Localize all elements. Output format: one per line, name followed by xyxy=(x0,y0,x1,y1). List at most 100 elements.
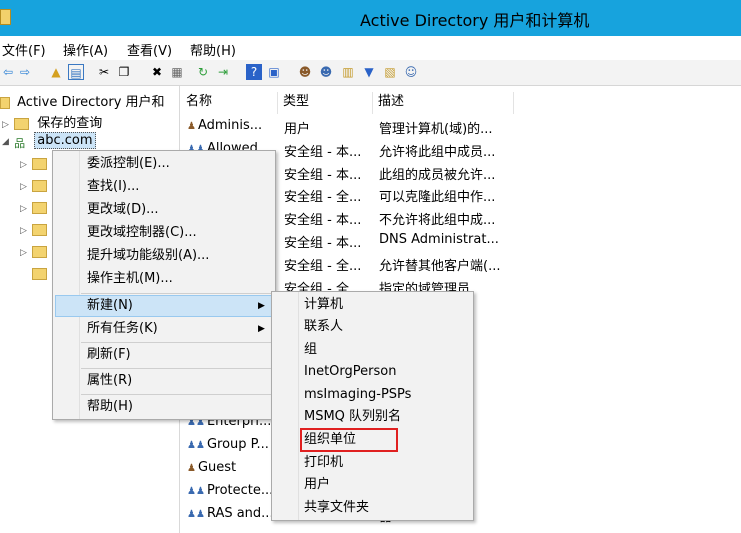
column-header-name[interactable]: 名称 xyxy=(181,92,278,114)
tree-item-folder-2[interactable]: ▷ xyxy=(20,178,48,198)
column-header-type[interactable]: 类型 xyxy=(278,92,373,114)
menu-item-all-tasks[interactable]: 所有任务(K) xyxy=(87,318,158,340)
show-tree-icon[interactable]: ▤ xyxy=(68,64,84,80)
row-type: 安全组 - 本... xyxy=(284,144,362,160)
submenu-item-ou[interactable]: 组织单位 xyxy=(304,429,356,451)
tree-item-folder-6[interactable] xyxy=(20,266,48,286)
cut-icon[interactable]: ✂ xyxy=(96,64,112,80)
export-icon[interactable]: ⇥ xyxy=(215,64,231,80)
submenu-item-inetorgperson[interactable]: InetOrgPerson xyxy=(304,361,396,383)
console-icon[interactable]: ▣ xyxy=(266,64,282,80)
group-icon: ♟♟ xyxy=(187,440,205,452)
submenu-item-user[interactable]: 用户 xyxy=(304,474,330,496)
collapse-arrow-icon[interactable]: ◢ xyxy=(2,137,10,147)
row-type: 安全组 - 本... xyxy=(284,213,362,229)
column-header-description[interactable]: 描述 xyxy=(373,92,514,114)
find-icon[interactable]: ▧ xyxy=(382,64,398,80)
submenu-item-shared-folder[interactable]: 共享文件夹 xyxy=(304,497,369,519)
group-icon: ♟♟ xyxy=(187,508,205,520)
row-name: Protecte... xyxy=(206,482,274,498)
row-description: 允许将此组中成员... xyxy=(379,144,496,160)
title-bar: Active Directory 用户和计算机 xyxy=(0,0,741,36)
row-type: 安全组 - 全... xyxy=(284,258,362,274)
menu-item-help[interactable]: 帮助(H) xyxy=(87,396,133,418)
toolbar: ⇦ ⇨ ▲ ▤ ✂ ❐ ✖ ▦ ↻ ⇥ ? ▣ ☻ ☻ ▥ ▼ ▧ ☺ xyxy=(0,60,741,86)
tree-item-label: abc.com xyxy=(34,132,96,149)
submenu-item-printer[interactable]: 打印机 xyxy=(304,452,343,474)
expand-arrow-icon[interactable]: ▷ xyxy=(20,226,28,236)
menu-item-refresh[interactable]: 刷新(F) xyxy=(87,344,131,366)
menu-view[interactable]: 查看(V) xyxy=(127,40,172,59)
tree-item-folder-5[interactable]: ▷ xyxy=(20,244,48,264)
submenu-item-msmq[interactable]: MSMQ 队列别名 xyxy=(304,406,401,428)
row-description: 可以克隆此组中作... xyxy=(379,190,496,206)
ad-console-icon xyxy=(0,96,10,109)
row-type: 安全组 - 本... xyxy=(284,167,362,183)
submenu-item-msimaging[interactable]: msImaging-PSPs xyxy=(304,384,411,406)
new-group-icon[interactable]: ☻ xyxy=(318,64,334,80)
folder-icon xyxy=(32,201,48,214)
row-description: 允许替其他客户端(... xyxy=(379,258,501,274)
table-row[interactable]: ♟ Adminis... 用户 管理计算机(域)的... xyxy=(181,115,741,138)
refresh-icon[interactable]: ↻ xyxy=(195,64,211,80)
folder-icon xyxy=(32,245,48,258)
expand-arrow-icon[interactable]: ▷ xyxy=(20,160,28,170)
folder-icon xyxy=(32,223,48,236)
menu-file[interactable]: 文件(F) xyxy=(2,40,46,59)
copy-icon[interactable]: ❐ xyxy=(116,64,132,80)
new-ou-icon[interactable]: ▥ xyxy=(340,64,356,80)
menu-help[interactable]: 帮助(H) xyxy=(190,40,236,59)
properties-icon[interactable]: ▦ xyxy=(169,64,185,80)
row-description: DNS Administrat... xyxy=(379,232,499,247)
up-icon[interactable]: ▲ xyxy=(48,64,64,80)
expand-arrow-icon[interactable]: ▷ xyxy=(20,204,28,214)
tree-item-folder-1[interactable]: ▷ xyxy=(20,156,48,176)
folder-icon xyxy=(32,179,48,192)
row-type: 安全组 - 本... xyxy=(284,236,362,251)
tree-item-folder-3[interactable]: ▷ xyxy=(20,200,48,220)
add-to-group-icon[interactable]: ☺ xyxy=(403,64,419,80)
row-name-cell: ♟♟ Group P... xyxy=(187,437,277,452)
menu-action[interactable]: 操作(A) xyxy=(63,40,108,59)
menu-item-new[interactable]: 新建(N) xyxy=(87,295,133,317)
submenu-item-contact[interactable]: 联系人 xyxy=(304,316,343,338)
forward-icon[interactable]: ⇨ xyxy=(17,64,33,80)
filter-icon[interactable]: ▼ xyxy=(361,64,377,80)
row-name: Group P... xyxy=(206,437,269,453)
row-name-cell: ♟ Adminis... xyxy=(187,118,277,133)
help-icon[interactable]: ? xyxy=(246,64,262,80)
expand-arrow-icon[interactable]: ▷ xyxy=(2,120,10,130)
user-icon: ♟ xyxy=(187,463,196,474)
submenu-arrow-icon: ▶ xyxy=(258,301,265,311)
menu-item-operations-masters[interactable]: 操作主机(M)... xyxy=(87,268,173,290)
back-icon[interactable]: ⇦ xyxy=(0,64,16,80)
row-name-cell: ♟ Guest xyxy=(187,460,277,475)
menu-item-find[interactable]: 查找(I)... xyxy=(87,176,139,198)
tree-root-label: Active Directory 用户和 xyxy=(17,95,165,110)
tree-item-saved-queries[interactable]: ▷ 保存的查询 xyxy=(2,112,102,132)
row-name: Adminis... xyxy=(197,118,263,133)
submenu-new: 计算机 联系人 组 InetOrgPerson msImaging-PSPs M… xyxy=(271,291,474,521)
domain-icon: 品 xyxy=(14,136,26,150)
group-icon: ♟♟ xyxy=(187,485,205,497)
expand-arrow-icon[interactable]: ▷ xyxy=(20,182,28,192)
menu-bar: 文件(F) 操作(A) 查看(V) 帮助(H) xyxy=(0,36,741,60)
folder-icon xyxy=(32,157,48,170)
new-user-icon[interactable]: ☻ xyxy=(297,64,313,80)
user-icon: ♟ xyxy=(187,121,196,132)
row-description: 不允许将此组中成... xyxy=(379,213,496,229)
tree-root[interactable]: Active Directory 用户和 xyxy=(0,91,165,111)
menu-item-raise-level[interactable]: 提升域功能级别(A)... xyxy=(87,245,209,267)
menu-item-delegate-control[interactable]: 委派控制(E)... xyxy=(87,153,170,175)
expand-arrow-icon[interactable]: ▷ xyxy=(20,248,28,258)
folder-icon xyxy=(14,117,30,130)
menu-item-change-dc[interactable]: 更改域控制器(C)... xyxy=(87,222,197,244)
tree-item-folder-4[interactable]: ▷ xyxy=(20,222,48,242)
window-title: Active Directory 用户和计算机 xyxy=(360,11,590,30)
menu-item-change-domain[interactable]: 更改域(D)... xyxy=(87,199,159,221)
row-name: Guest xyxy=(197,460,237,475)
menu-item-properties[interactable]: 属性(R) xyxy=(87,370,132,392)
submenu-item-group[interactable]: 组 xyxy=(304,339,317,361)
submenu-item-computer[interactable]: 计算机 xyxy=(304,294,343,316)
delete-icon[interactable]: ✖ xyxy=(149,64,165,80)
